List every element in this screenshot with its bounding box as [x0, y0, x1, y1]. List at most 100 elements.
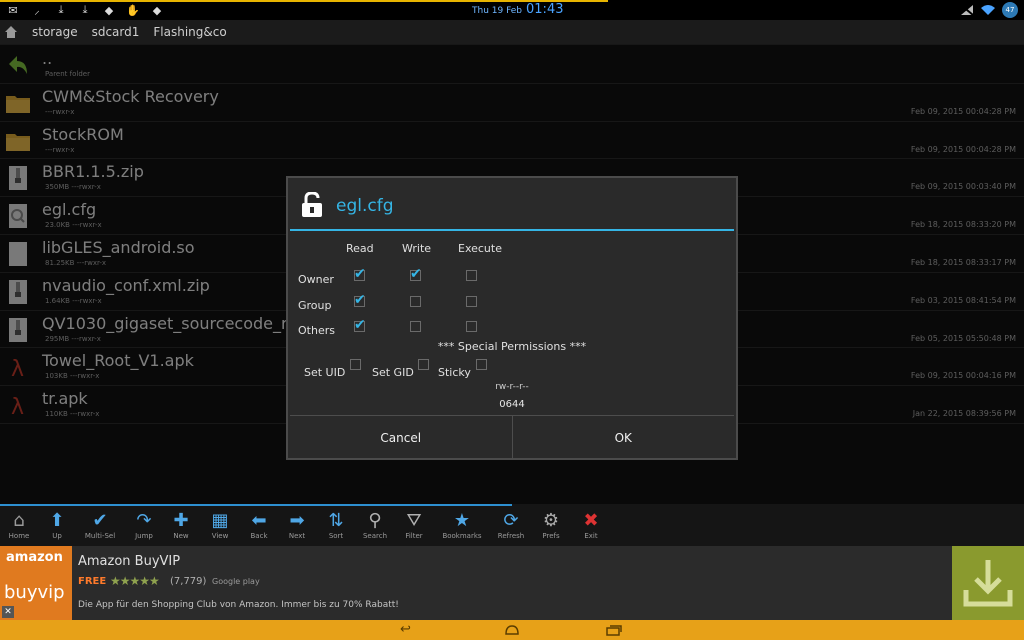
checkmark-icon: ✔: [354, 292, 366, 308]
permission-row-label: Others: [298, 324, 335, 337]
permission-checkbox[interactable]: ✔: [354, 292, 366, 308]
breadcrumb-item-sdcard1[interactable]: sdcard1: [92, 25, 140, 39]
star-icon: ★: [453, 510, 471, 531]
ad-logo[interactable]: amazon buyvip ✕: [0, 546, 72, 620]
toolbar-label: Up: [52, 532, 62, 540]
ad-title: Amazon BuyVIP: [78, 554, 181, 569]
toolbar-home-button[interactable]: ⌂ Home: [0, 510, 38, 540]
dialog-header: egl.cfg: [288, 178, 736, 230]
toolbar-exit-button[interactable]: ✖ Exit: [572, 510, 610, 540]
arrow-right-icon: ➡: [289, 510, 305, 531]
notification-icons: ✉ ⸝ ⤓ ⤓ ◆ ✋ ◆: [0, 3, 164, 17]
home-icon[interactable]: [4, 25, 18, 39]
ad-download-button[interactable]: [952, 546, 1024, 620]
toolbar-label: Multi-Sel: [84, 532, 116, 540]
toolbar-up-button[interactable]: ⬆ Up: [38, 510, 76, 540]
toolbar-back-button[interactable]: ⬅ Back: [240, 510, 278, 540]
ad-banner[interactable]: amazon buyvip ✕ Amazon BuyVIP FREE ★★★★★…: [0, 546, 1024, 620]
permission-checkbox[interactable]: [410, 321, 421, 332]
toolbar-accent-line: [0, 504, 512, 506]
toolbar-label: Filter: [405, 532, 423, 540]
download-icon: ⤓: [82, 3, 88, 16]
refresh-icon: ⟳: [503, 510, 519, 531]
arrow-left-icon: ⬅: [251, 510, 267, 531]
filter-icon: ⛛: [406, 510, 422, 531]
breadcrumb-item-storage[interactable]: storage: [32, 25, 78, 39]
screen: ✉ ⸝ ⤓ ⤓ ◆ ✋ ◆ Thu 19 Feb 01:43 47 storage sdca…: [0, 0, 1024, 640]
ok-button[interactable]: OK: [511, 416, 735, 459]
column-read: Read: [346, 242, 374, 255]
cancel-button[interactable]: Cancel: [290, 416, 512, 459]
ad-store-label: Google play: [212, 577, 260, 586]
toolbar-bookmarks-button[interactable]: ★ Bookmarks: [442, 510, 482, 540]
toolbar-jump-button[interactable]: ↷ Jump: [125, 510, 163, 540]
breadcrumb-item-flashing[interactable]: Flashing&co: [153, 25, 226, 39]
toolbar-new-button[interactable]: ✚ New: [162, 510, 200, 540]
special-permission-label: Set GID: [372, 366, 414, 379]
toolbar-search-button[interactable]: ⚲ Search: [356, 510, 394, 540]
ad-price: FREE: [78, 576, 107, 587]
ad-close-icon[interactable]: ✕: [2, 606, 14, 618]
toolbar-label: Home: [8, 532, 30, 540]
app-icon: ◆: [152, 3, 162, 17]
toolbar-next-button[interactable]: ➡ Next: [278, 510, 316, 540]
battery-icon: 47: [1002, 2, 1018, 18]
recents-nav-icon[interactable]: [606, 625, 622, 636]
wifi-icon: [981, 5, 995, 15]
toolbar-label: Back: [250, 532, 268, 540]
permission-row-label: Owner: [298, 273, 334, 286]
toolbar-label: Jump: [135, 532, 153, 540]
permission-checkbox[interactable]: [466, 296, 477, 307]
back-nav-icon[interactable]: ↩: [400, 622, 411, 637]
plus-icon: ✚: [173, 510, 189, 531]
signal-small-icon: ⸝: [34, 3, 40, 17]
download-icon: ⤓: [58, 3, 64, 16]
toolbar-refresh-button[interactable]: ⟳ Refresh: [492, 510, 530, 540]
toolbar-label: Exit: [584, 532, 598, 540]
special-permission-checkbox[interactable]: [350, 359, 361, 370]
toolbar-filter-button[interactable]: ⛛ Filter: [395, 510, 433, 540]
dialog-buttons: Cancel OK: [290, 415, 734, 459]
home-nav-icon[interactable]: [504, 624, 520, 636]
permissions-dialog: egl.cfg Read Write Execute Owner ✔ ✔ Group ✔…: [286, 176, 738, 460]
permission-checkbox[interactable]: [410, 296, 421, 307]
download-icon: [963, 560, 1013, 607]
checkmark-icon: ✔: [410, 266, 422, 282]
permission-checkbox[interactable]: ✔: [354, 266, 366, 282]
arrow-up-icon: ⬆: [49, 510, 65, 531]
toolbar-label: Refresh: [497, 532, 525, 540]
toolbar-sort-button[interactable]: ⇅ Sort: [317, 510, 355, 540]
special-permission-checkbox[interactable]: [476, 359, 487, 370]
permission-string: rw-r--r--: [495, 382, 529, 392]
toolbar-label: View: [211, 532, 229, 540]
grid-icon: ▦: [211, 510, 229, 531]
permission-octal: 0644: [499, 399, 525, 410]
toolbar-label: Search: [362, 532, 388, 540]
breadcrumb: storage sdcard1 Flashing&co: [0, 20, 1024, 45]
toolbar-multisel-button[interactable]: ✔ Multi-Sel: [81, 510, 119, 540]
column-write: Write: [402, 242, 432, 255]
checkmark-icon: ✔: [354, 266, 366, 282]
toolbar-label: Prefs: [542, 532, 560, 540]
navigation-bar: ↩: [0, 620, 1024, 640]
permission-checkbox[interactable]: ✔: [354, 317, 366, 333]
special-permission-label: Sticky: [438, 366, 471, 379]
status-date: Thu 19 Feb: [472, 6, 523, 16]
toolbar-label: New: [173, 532, 189, 540]
toolbar-prefs-button[interactable]: ⚙ Prefs: [532, 510, 570, 540]
jump-arrow-icon: ↷: [136, 510, 152, 531]
permission-checkbox[interactable]: [466, 270, 477, 281]
checkmark-icon: ✔: [354, 317, 366, 333]
sort-icon: ⇅: [328, 510, 344, 531]
special-permission-checkbox[interactable]: [418, 359, 429, 370]
special-permission-label: Set UID: [304, 366, 346, 379]
permission-checkbox[interactable]: ✔: [410, 266, 422, 282]
ad-description: Die App für den Shopping Club von Amazon…: [78, 600, 399, 610]
permission-checkbox[interactable]: [466, 321, 477, 332]
no-signal-icon: [960, 4, 974, 16]
toolbar-view-button[interactable]: ▦ View: [201, 510, 239, 540]
column-execute: Execute: [458, 242, 502, 255]
ad-rating-count: (7,779): [170, 576, 207, 587]
status-right: 47: [960, 2, 1018, 18]
app-icon: ◆: [104, 3, 114, 17]
